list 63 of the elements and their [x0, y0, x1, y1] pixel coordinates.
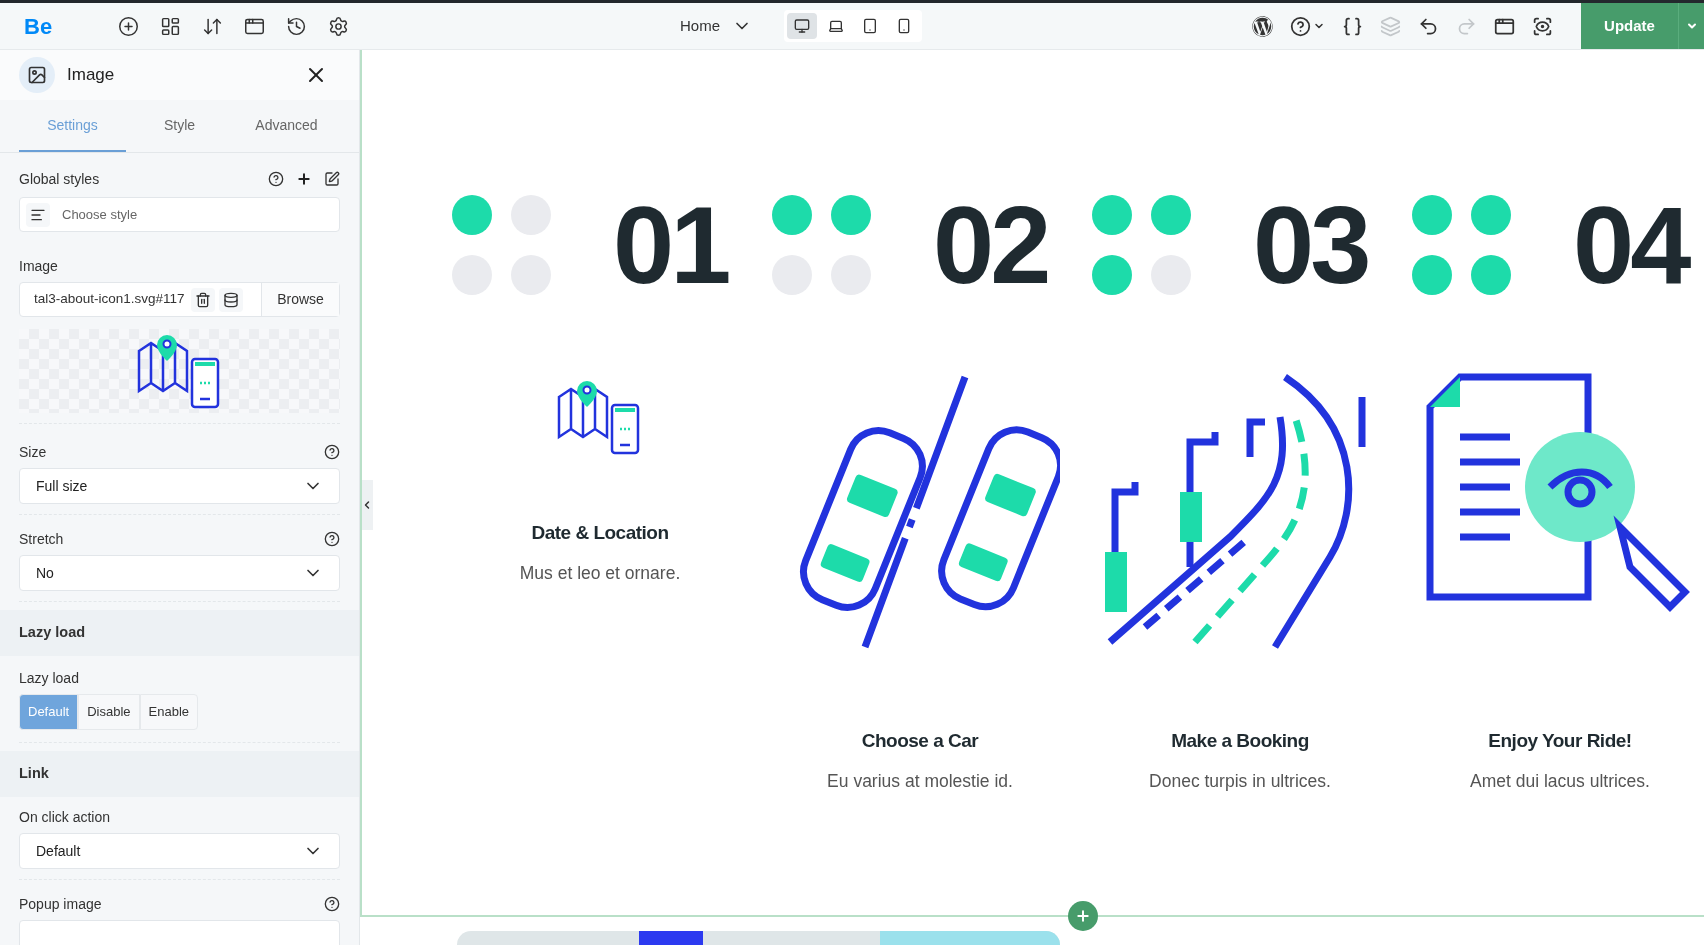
- wordpress-icon[interactable]: [1252, 15, 1273, 37]
- menu-lines-icon: [26, 202, 50, 227]
- step-number: 01: [613, 190, 728, 300]
- select-field[interactable]: Default: [19, 833, 340, 869]
- css-braces-icon[interactable]: [1342, 15, 1363, 37]
- panel-tab[interactable]: Advanced: [233, 100, 340, 152]
- mobile-icon: [896, 18, 912, 34]
- section-title: Link: [19, 764, 49, 784]
- segment-option[interactable]: Enable: [139, 694, 199, 730]
- field-label: Size: [19, 442, 47, 462]
- card-text: Mus et leo et ornare.: [519, 561, 681, 585]
- image-badge-icon: [19, 57, 55, 93]
- help-icon[interactable]: [324, 896, 340, 912]
- laptop-icon: [828, 18, 844, 34]
- card-title: Make a Booking: [1171, 729, 1309, 753]
- panel-tab[interactable]: Style: [126, 100, 233, 152]
- settings-icon[interactable]: [328, 15, 349, 37]
- segment-option[interactable]: Disable: [78, 694, 140, 730]
- database-icon[interactable]: [218, 287, 243, 312]
- select-value: Default: [36, 841, 81, 861]
- card-text: Amet dui lacus ultrices.: [1470, 769, 1650, 793]
- panel-title: Image: [67, 64, 115, 87]
- edit-icon[interactable]: [324, 171, 340, 187]
- help-menu[interactable]: [1290, 15, 1325, 37]
- style-select-field[interactable]: Choose style: [19, 197, 340, 232]
- eye-icon[interactable]: [1532, 15, 1553, 37]
- step-number: 02: [933, 190, 1048, 300]
- select-field[interactable]: No: [19, 555, 340, 591]
- card-title: Choose a Car: [861, 729, 979, 753]
- add-section-button[interactable]: [1068, 901, 1098, 931]
- select-field[interactable]: Full size: [19, 468, 340, 504]
- delete-icon[interactable]: [190, 287, 215, 312]
- card-title: Enjoy Your Ride!: [1488, 729, 1632, 753]
- select-placeholder: Choose style: [62, 205, 138, 224]
- plus-icon: [1075, 908, 1091, 924]
- browse-button[interactable]: Browse: [261, 283, 339, 316]
- image-path-field[interactable]: tal3-about-icon1.svg#117: [20, 289, 185, 310]
- step-number: 03: [1253, 190, 1368, 300]
- add-icon[interactable]: [296, 171, 312, 187]
- popup-image-field[interactable]: [19, 920, 340, 945]
- help-icon[interactable]: [268, 171, 284, 187]
- device-button[interactable]: [787, 13, 817, 39]
- card-title: Date & Location: [531, 521, 669, 545]
- card-text: Donec turpis in ultrices.: [1149, 769, 1331, 793]
- history-icon[interactable]: [286, 15, 307, 37]
- field-label: Stretch: [19, 529, 64, 549]
- page-select[interactable]: Home: [680, 14, 752, 38]
- add-icon[interactable]: [118, 15, 139, 37]
- tablet-icon: [862, 18, 878, 34]
- field-label: On click action: [19, 807, 111, 827]
- help-icon[interactable]: [324, 531, 340, 547]
- help-icon[interactable]: [324, 444, 340, 460]
- select-value: Full size: [36, 476, 88, 496]
- step-number: 04: [1573, 190, 1688, 300]
- layout-icon[interactable]: [160, 15, 181, 37]
- select-value: No: [36, 563, 54, 583]
- field-label: Popup image: [19, 894, 102, 914]
- section-title: Lazy load: [19, 623, 86, 643]
- field-label: Lazy load: [19, 668, 79, 688]
- card-text: Eu varius at molestie id.: [827, 769, 1013, 793]
- field-label: Image: [19, 256, 58, 276]
- field-label: Global styles: [19, 169, 100, 189]
- desktop-icon: [794, 18, 810, 34]
